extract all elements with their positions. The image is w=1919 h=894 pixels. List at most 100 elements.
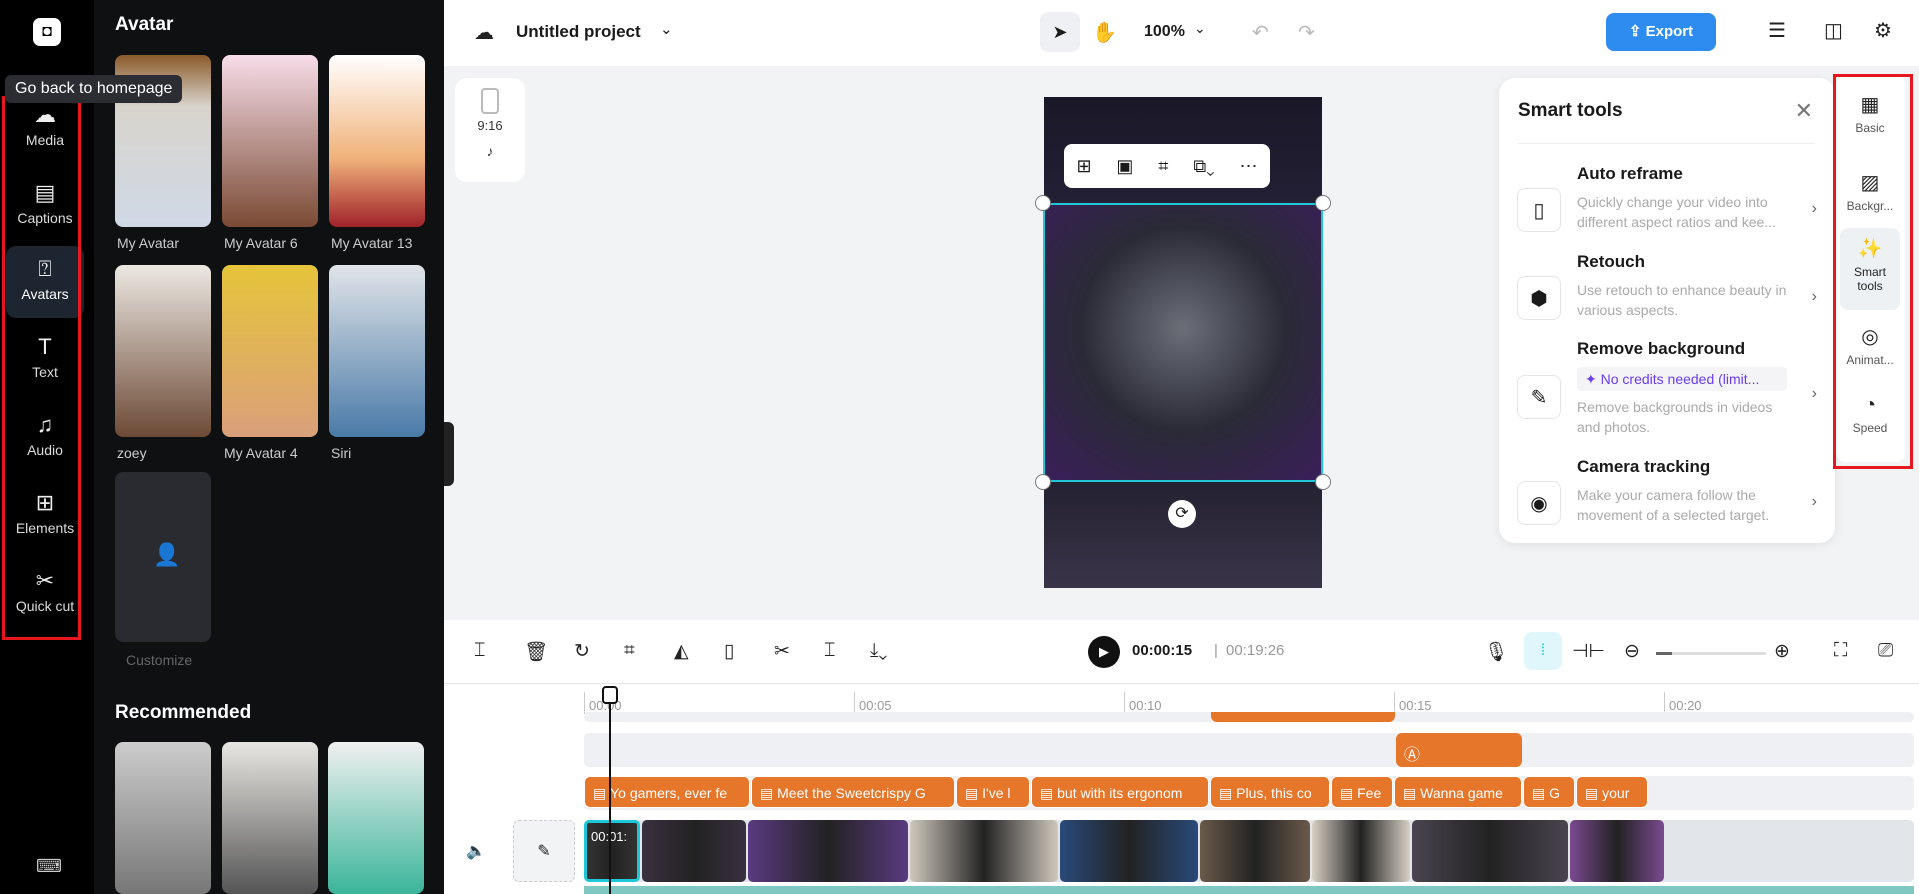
replay-icon[interactable]: ↻ — [574, 640, 590, 663]
home-logo[interactable]: ◘ — [33, 18, 61, 46]
effect-clip[interactable] — [1211, 712, 1395, 722]
playhead[interactable] — [602, 686, 618, 894]
auto-snap-button[interactable]: ⁞ — [1524, 632, 1562, 670]
split-icon[interactable]: ⌶ — [474, 640, 485, 662]
zoom-in-icon[interactable]: ⊕ — [1774, 640, 1790, 663]
caption-text: G — [1549, 785, 1561, 801]
no-credits-badge: ✦ No credits needed (limit... — [1577, 367, 1787, 391]
recommended-avatar[interactable] — [222, 742, 318, 894]
add-image-icon[interactable]: ⊞ — [1076, 156, 1091, 177]
crop-icon[interactable]: ⌗ — [624, 640, 635, 662]
frame-icon[interactable]: ▣ — [1116, 156, 1133, 177]
hand-tool-icon[interactable]: ✋ — [1092, 20, 1117, 45]
avatar-card[interactable] — [222, 265, 318, 437]
panel-title: Avatar — [115, 14, 174, 35]
floating-toolbar: ⊞ ▣ ⌗ ⧉⌄ ⋯ — [1064, 144, 1270, 188]
chevron-down-icon[interactable]: ⌄ — [1194, 20, 1206, 37]
layout-panel-icon[interactable]: ◫ — [1824, 18, 1843, 43]
crop-icon[interactable]: ⌗ — [1158, 156, 1168, 177]
audio-track — [584, 886, 1914, 894]
tool-title: Camera tracking — [1577, 457, 1711, 476]
video-clip[interactable] — [1570, 820, 1664, 882]
collapse-panel-handle[interactable] — [444, 422, 454, 486]
smart-tool-remove-background[interactable]: ✎ Remove background ✦ No credits needed … — [1517, 339, 1817, 439]
caption-track: ▤ Yo gamers, ever fe ▤ Meet the Sweetcris… — [584, 776, 1914, 810]
video-clip[interactable] — [1060, 820, 1198, 882]
export-button[interactable]: ⇪ Export — [1606, 13, 1716, 51]
text-track: Ⓐ — [584, 733, 1914, 767]
text-clip[interactable]: Ⓐ — [1396, 733, 1522, 767]
project-title[interactable]: Untitled project — [516, 22, 641, 42]
caption-clip[interactable]: ▤ I've l — [956, 776, 1030, 808]
avatar-card[interactable] — [329, 265, 425, 437]
avatar-card[interactable] — [329, 55, 425, 227]
video-clip[interactable]: 00:01: — [584, 820, 640, 882]
caption-clip[interactable]: ▤ Plus, this co — [1210, 776, 1330, 808]
resize-handle[interactable] — [1315, 474, 1331, 490]
freeze-icon[interactable]: ▯ — [724, 640, 734, 663]
mirror-icon[interactable]: ◭ — [674, 640, 689, 663]
customize-label: Customize — [126, 652, 193, 668]
keyboard-icon[interactable]: ⌨ — [36, 856, 62, 877]
split-view-icon[interactable]: ⊣⊢ — [1572, 640, 1605, 663]
caption-clip[interactable]: ▤ Meet the Sweetcrispy G — [751, 776, 955, 808]
zoom-out-icon[interactable]: ⊖ — [1624, 640, 1640, 663]
more-icon[interactable]: ⋯ — [1240, 156, 1258, 177]
quick-cut-icon[interactable]: ✂ — [774, 640, 790, 663]
caption-clip[interactable]: ▤ but with its ergonom — [1031, 776, 1209, 808]
caption-clip[interactable]: ▤ Fee — [1331, 776, 1393, 808]
video-clip[interactable] — [748, 820, 908, 882]
mute-icon[interactable]: 🔈 — [466, 841, 486, 861]
customize-card[interactable]: 👤 — [115, 472, 211, 642]
avatar-name: Siri — [331, 445, 352, 461]
resize-handle[interactable] — [1035, 474, 1051, 490]
trim-icon[interactable]: ⌶ — [824, 640, 835, 662]
video-clip[interactable] — [642, 820, 746, 882]
close-icon[interactable]: ✕ — [1795, 98, 1813, 124]
redo-icon[interactable]: ↷ — [1298, 20, 1315, 45]
recommended-avatar[interactable] — [115, 742, 211, 894]
select-tool-button[interactable]: ➤ — [1040, 12, 1080, 52]
timeline[interactable]: 00:00 00:05 00:10 00:15 00:20 Ⓐ ▤ Yo gamers,… — [444, 684, 1919, 894]
caption-clip[interactable]: ▤ your — [1576, 776, 1648, 808]
caption-clip[interactable]: ▤ Wanna game — [1394, 776, 1522, 808]
aspect-ratio-card[interactable]: 9:16 ♪ — [455, 78, 525, 182]
video-clip[interactable] — [1312, 820, 1410, 882]
fit-icon[interactable]: ⛶ — [1834, 640, 1847, 662]
preview-icon[interactable]: ⎚ — [1878, 640, 1893, 662]
smart-tool-camera-tracking[interactable]: ◉ Camera tracking Make your camera follo… — [1517, 457, 1817, 537]
avatar-card[interactable] — [115, 265, 211, 437]
panel-title: Smart tools — [1518, 100, 1623, 121]
selected-clip[interactable] — [1043, 203, 1323, 482]
resize-handle[interactable] — [1315, 195, 1331, 211]
cover-edit-button[interactable]: ✎ — [513, 820, 575, 882]
replace-icon[interactable]: ⧉⌄ — [1193, 156, 1214, 177]
avatar-name: zoey — [117, 445, 147, 461]
camera-tracking-icon: ◉ — [1517, 481, 1561, 525]
time-tick: 00:20 — [1664, 692, 1702, 714]
chevron-down-icon[interactable]: ⌄ — [660, 20, 673, 38]
avatar-card[interactable] — [222, 55, 318, 227]
video-clip[interactable] — [1412, 820, 1568, 882]
video-clip[interactable] — [910, 820, 1058, 882]
resize-handle[interactable] — [1035, 195, 1051, 211]
settings-icon[interactable]: ⚙ — [1874, 18, 1892, 43]
play-button[interactable]: ▶ — [1088, 636, 1120, 668]
tool-desc: Quickly change your video into different… — [1577, 194, 1776, 230]
avatar-ai-icon: 👤 — [153, 542, 181, 567]
download-icon[interactable]: ⤓⌄ — [870, 640, 887, 662]
smart-tool-auto-reframe[interactable]: ▯ Auto reframe Quickly change your video… — [1517, 164, 1817, 244]
delete-icon[interactable]: 🗑 — [524, 640, 548, 664]
avatar-name: My Avatar 13 — [331, 235, 413, 251]
zoom-level[interactable]: 100% — [1144, 23, 1185, 41]
layers-icon[interactable]: ☰ — [1768, 18, 1786, 43]
caption-clip[interactable]: ▤ G — [1523, 776, 1575, 808]
video-clip[interactable] — [1200, 820, 1310, 882]
smart-tool-retouch[interactable]: ⬢ Retouch Use retouch to enhance beauty … — [1517, 252, 1817, 332]
recommended-avatar[interactable] — [328, 742, 424, 894]
undo-icon[interactable]: ↶ — [1252, 20, 1269, 45]
microphone-icon[interactable]: 🎙 — [1484, 640, 1508, 664]
effect-track — [584, 712, 1914, 722]
rotate-handle[interactable]: ⟳ — [1168, 500, 1196, 528]
zoom-slider[interactable] — [1656, 652, 1766, 655]
